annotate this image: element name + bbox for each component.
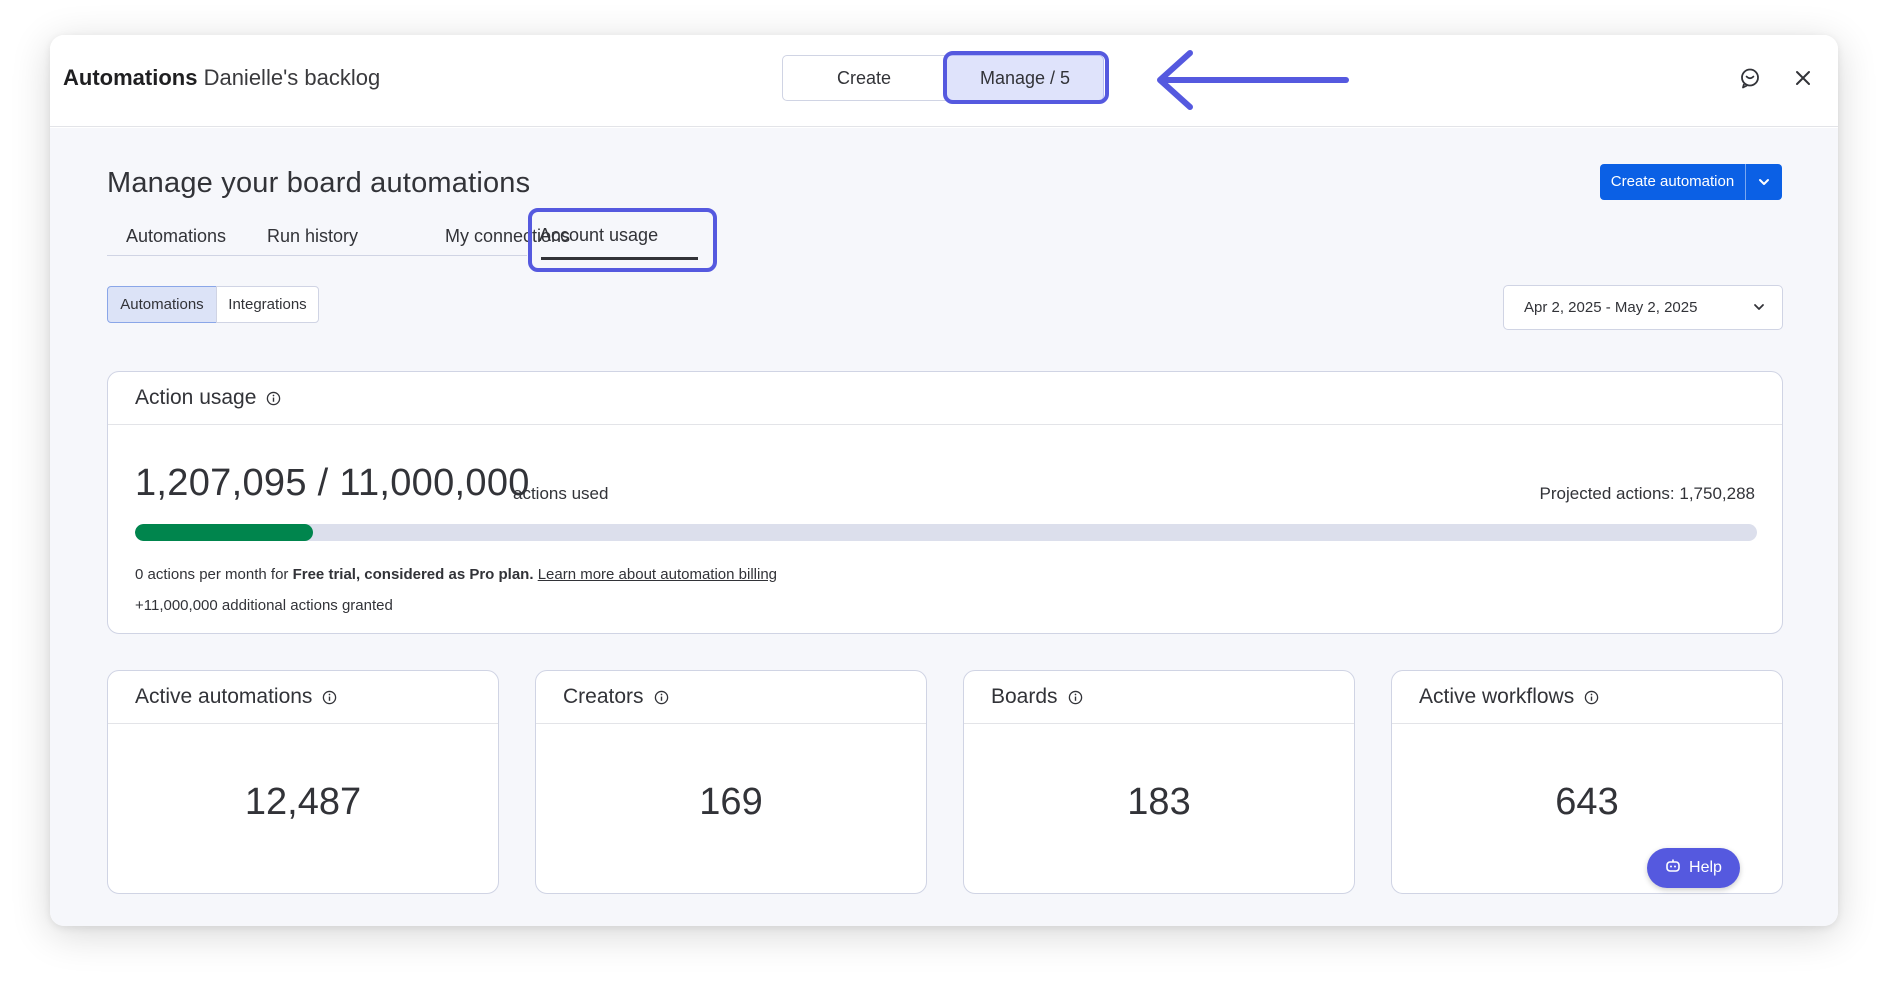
stat-card-header: Boards <box>964 671 1354 724</box>
help-button[interactable]: Help <box>1647 848 1740 888</box>
stat-card-creators: Creators 169 <box>535 670 927 894</box>
action-usage-header: Action usage <box>108 372 1782 425</box>
create-automation-button[interactable]: Create automation <box>1600 164 1782 200</box>
stat-value: 643 <box>1555 781 1619 823</box>
toggle-integrations[interactable]: Integrations <box>216 286 319 323</box>
toggle-automations[interactable]: Automations <box>107 286 217 323</box>
modal-header: Automations Danielle's backlog Create Ma… <box>50 35 1838 127</box>
usage-progress-bar <box>135 524 1757 541</box>
tab-bar: Automations Run history My connections <box>107 214 570 256</box>
projected-actions: Projected actions: 1,750,288 <box>1539 484 1755 503</box>
stat-title: Active automations <box>135 685 313 708</box>
info-icon[interactable] <box>266 391 281 406</box>
stat-title: Active workflows <box>1419 685 1575 708</box>
date-range-select[interactable]: Apr 2, 2025 - May 2, 2025 <box>1503 285 1783 330</box>
stat-card-header: Creators <box>536 671 926 724</box>
stat-title: Creators <box>563 685 644 708</box>
date-range-value: Apr 2, 2025 - May 2, 2025 <box>1524 299 1698 316</box>
close-icon[interactable] <box>1790 65 1816 91</box>
feedback-icon[interactable] <box>1737 65 1763 91</box>
stat-value: 169 <box>699 781 763 823</box>
account-usage-highlight-ring <box>528 208 717 272</box>
modal-content: Manage your board automations Create aut… <box>50 128 1838 926</box>
actions-used-count: 1,207,095 / 11,000,000 <box>135 462 530 504</box>
chevron-down-icon <box>1752 300 1766 318</box>
stat-value: 12,487 <box>244 781 362 823</box>
create-automation-label[interactable]: Create automation <box>1600 164 1746 200</box>
stat-card-active-automations: Active automations 12,487 <box>107 670 499 894</box>
usage-progress-fill <box>135 524 313 541</box>
plan-note: 0 actions per month for Free trial, cons… <box>135 566 777 583</box>
stat-value: 183 <box>1127 781 1191 823</box>
info-icon[interactable] <box>1584 690 1599 705</box>
plan-name: Free trial, considered as Pro plan. <box>292 566 534 583</box>
tab-run-history[interactable]: Run history <box>267 226 358 247</box>
modal-title: Automations Danielle's backlog <box>63 65 380 91</box>
help-label[interactable]: Help <box>1689 859 1722 877</box>
page-title: Manage your board automations <box>107 167 531 199</box>
board-name: Danielle's backlog <box>203 65 381 90</box>
annotation-arrow-icon <box>1157 50 1349 110</box>
additional-actions-note: +11,000,000 additional actions granted <box>135 597 393 614</box>
create-segment-button[interactable]: Create <box>782 55 946 101</box>
app-title: Automations <box>63 65 198 90</box>
action-usage-title: Action usage <box>135 386 257 409</box>
plan-note-prefix: 0 actions per month for <box>135 566 293 583</box>
tab-automations[interactable]: Automations <box>126 226 226 247</box>
chevron-down-icon[interactable] <box>1746 164 1782 200</box>
automations-modal: Automations Danielle's backlog Create Ma… <box>50 35 1838 926</box>
actions-used-suffix: actions used <box>513 484 609 503</box>
action-usage-card: Action usage 1,207,095 / 11,000,000 acti… <box>107 371 1783 634</box>
info-icon[interactable] <box>654 690 669 705</box>
help-icon <box>1665 858 1681 879</box>
info-icon[interactable] <box>1068 690 1083 705</box>
stat-card-boards: Boards 183 <box>963 670 1355 894</box>
stat-card-header: Active workflows <box>1392 671 1782 724</box>
stat-title: Boards <box>991 685 1058 708</box>
info-icon[interactable] <box>322 690 337 705</box>
billing-link[interactable]: Learn more about automation billing <box>538 566 777 583</box>
manage-highlight-ring <box>943 51 1109 104</box>
stat-card-header: Active automations <box>108 671 498 724</box>
